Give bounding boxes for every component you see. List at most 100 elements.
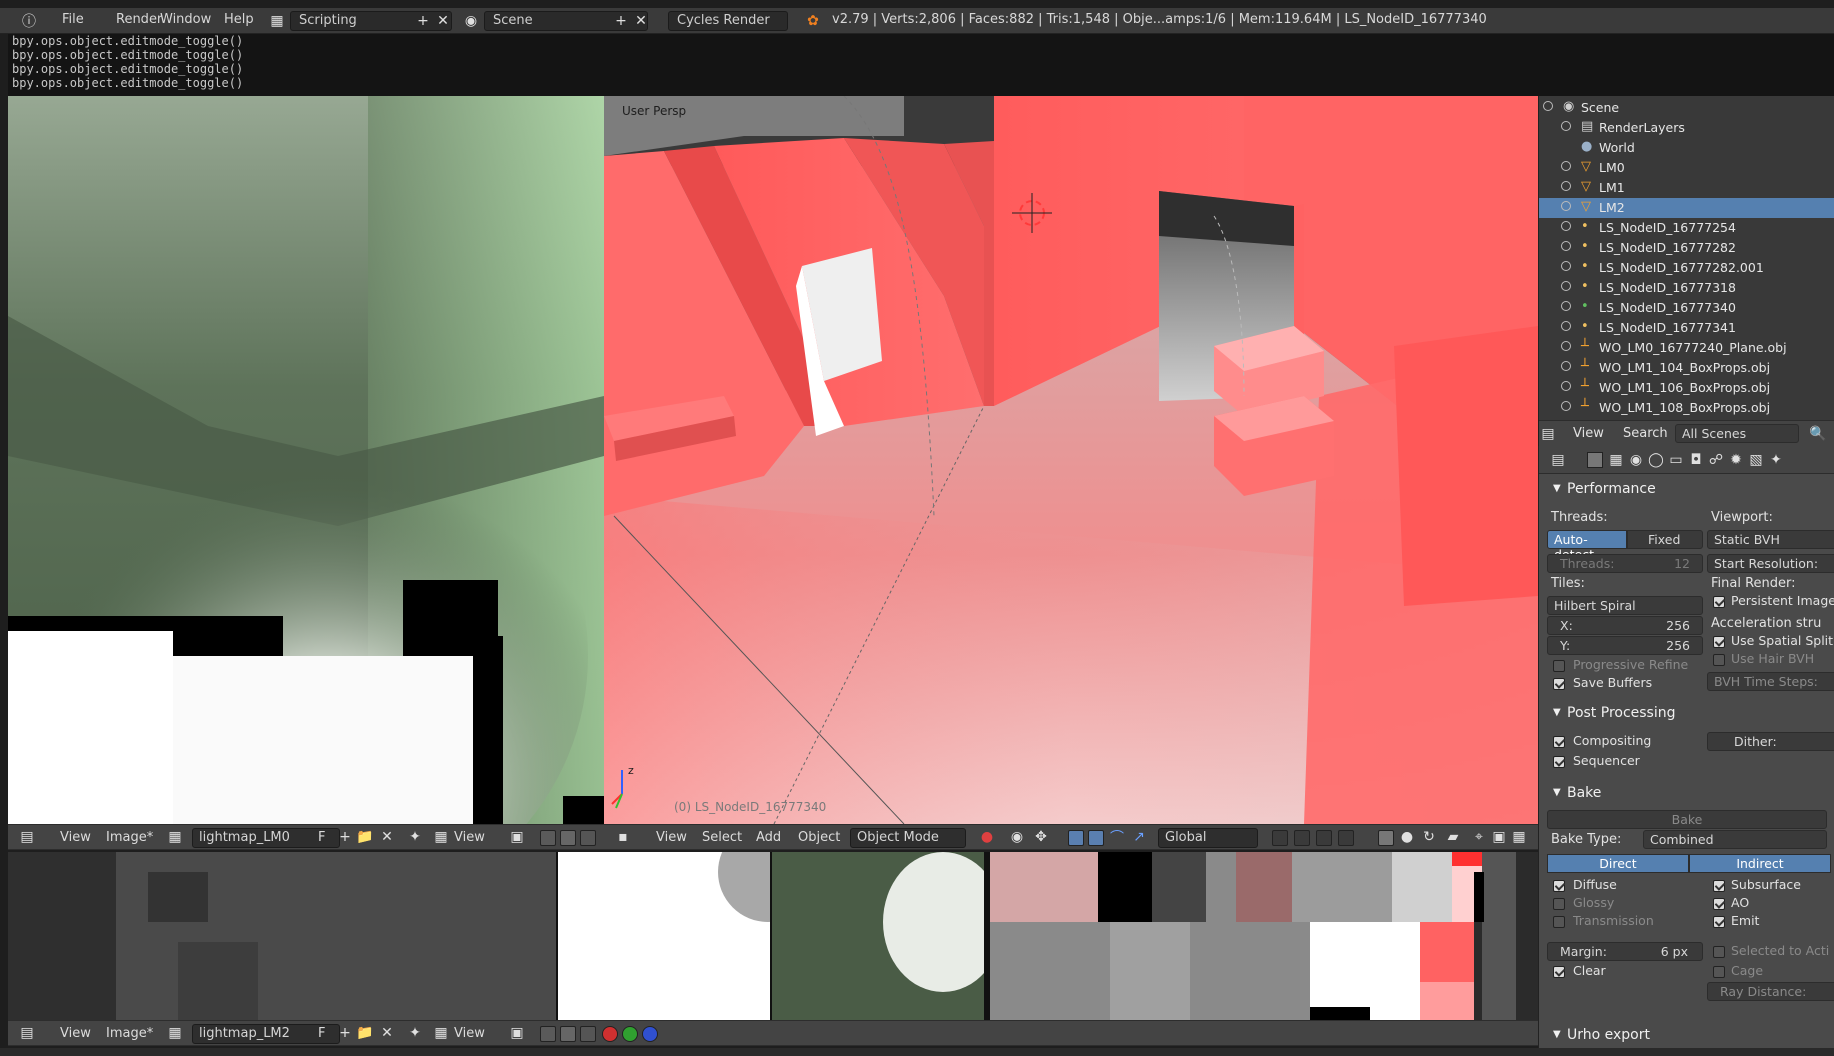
new-image-icon[interactable]: + <box>336 1024 354 1042</box>
pivot-point-icon[interactable]: ◉ <box>1008 828 1026 846</box>
render-preview-icon[interactable]: ▣ <box>1490 828 1508 846</box>
new-image-icon[interactable]: + <box>336 828 354 846</box>
menu-select[interactable]: Select <box>702 830 742 845</box>
render-tab-icon[interactable] <box>1587 452 1603 468</box>
render-anim-icon[interactable]: ▦ <box>1510 828 1528 846</box>
modifiers-tab-icon[interactable]: ✹ <box>1727 451 1745 469</box>
outliner-item[interactable]: ▽ LM0 <box>1539 158 1834 178</box>
snap-icon[interactable]: ▰ <box>1444 828 1462 846</box>
outliner-item[interactable]: ┴ WO_LM1_108_BoxProps.obj <box>1539 398 1834 418</box>
emit-checkbox[interactable] <box>1713 916 1725 928</box>
progressive-refine-checkbox[interactable] <box>1553 660 1565 672</box>
data-tab-icon[interactable]: ◘ <box>1687 451 1705 469</box>
persistent-images-checkbox[interactable] <box>1713 596 1725 608</box>
layout-grid-icon[interactable]: ▦ <box>268 12 286 30</box>
use-spatial-split-checkbox[interactable] <box>1713 636 1725 648</box>
rotate-icon[interactable] <box>1088 830 1104 846</box>
open-image-icon[interactable]: 📁 <box>356 1024 374 1042</box>
editor-type-icon[interactable]: ▤ <box>1549 451 1567 469</box>
editor-type-icon[interactable]: ▤ <box>18 1024 36 1042</box>
scene-icon[interactable]: ◉ <box>462 12 480 30</box>
outliner-item[interactable]: • LS_NodeID_16777282 <box>1539 238 1834 258</box>
mode-select[interactable]: Object Mode <box>850 828 966 848</box>
close-layout-icon[interactable]: ✕ <box>434 12 452 30</box>
add-layout-icon[interactable]: + <box>414 12 432 30</box>
sequencer-checkbox[interactable] <box>1553 756 1565 768</box>
outliner-item[interactable]: • LS_NodeID_16777282.001 <box>1539 258 1834 278</box>
indirect-toggle[interactable]: Indirect <box>1689 854 1831 873</box>
expand-toggle-icon[interactable] <box>1561 201 1571 211</box>
expand-toggle-icon[interactable] <box>1561 321 1571 331</box>
object-tab-icon[interactable]: ▭ <box>1667 451 1685 469</box>
bake-type-select[interactable]: Combined <box>1643 830 1827 849</box>
tile-x-field[interactable]: X: 256 <box>1547 616 1703 635</box>
menu-view[interactable]: View <box>1573 426 1604 441</box>
expand-toggle-icon[interactable] <box>1561 281 1571 291</box>
expand-toggle-icon[interactable] <box>1561 361 1571 371</box>
menu-add[interactable]: Add <box>756 830 781 845</box>
display-mode-icon[interactable]: ▦ <box>432 1024 450 1042</box>
outliner-item[interactable]: • LS_NodeID_16777341 <box>1539 318 1834 338</box>
ray-distance-field[interactable]: Ray Distance: <box>1707 982 1834 1001</box>
layer-icon[interactable] <box>1338 830 1354 846</box>
expand-toggle-icon[interactable] <box>1561 381 1571 391</box>
proportional-falloff-icon[interactable]: ↻ <box>1420 828 1438 846</box>
render-layers-tab-icon[interactable]: ▦ <box>1607 451 1625 469</box>
transmission-checkbox[interactable] <box>1553 916 1565 928</box>
pin-icon[interactable]: ✦ <box>406 1024 424 1042</box>
checker-icon[interactable] <box>560 1026 576 1042</box>
open-image-icon[interactable]: 📁 <box>356 828 374 846</box>
layer-icon[interactable] <box>1272 830 1288 846</box>
fake-user-toggle[interactable]: F <box>318 830 325 845</box>
outliner-item[interactable]: • LS_NodeID_16777254 <box>1539 218 1834 238</box>
outliner-item[interactable]: ◉ Scene <box>1539 98 1834 118</box>
pin-icon[interactable]: ✦ <box>406 828 424 846</box>
green-channel-icon[interactable] <box>622 1026 638 1042</box>
unlink-image-icon[interactable]: ✕ <box>378 828 396 846</box>
threads-fixed-button[interactable]: Fixed <box>1627 530 1703 549</box>
channel-icon[interactable] <box>580 830 596 846</box>
menu-view[interactable]: View <box>60 1026 91 1041</box>
outliner-item[interactable]: ┴ WO_LM1_104_BoxProps.obj <box>1539 358 1834 378</box>
selected-to-active-checkbox[interactable] <box>1713 946 1725 958</box>
image-editor-lightmap-lm2[interactable] <box>8 852 1542 1020</box>
use-hair-bvh-checkbox[interactable] <box>1713 654 1725 666</box>
bake-button[interactable]: Bake <box>1547 810 1827 829</box>
expand-toggle-icon[interactable] <box>1561 301 1571 311</box>
transform-icon[interactable]: ↗ <box>1130 828 1148 846</box>
menu-search[interactable]: Search <box>1623 426 1668 441</box>
expand-toggle-icon[interactable] <box>1561 181 1571 191</box>
texture-tab-icon[interactable]: ▧ <box>1747 451 1765 469</box>
expand-toggle-icon[interactable] <box>1561 341 1571 351</box>
render-layer-icon[interactable] <box>1378 830 1394 846</box>
layer-icon[interactable] <box>1294 830 1310 846</box>
subsurface-checkbox[interactable] <box>1713 880 1725 892</box>
expand-toggle-icon[interactable] <box>1561 241 1571 251</box>
outliner-item[interactable]: ┴ WO_LM1_106_BoxProps.obj <box>1539 378 1834 398</box>
editor-type-icon[interactable]: ▤ <box>18 828 36 846</box>
cage-checkbox[interactable] <box>1713 966 1725 978</box>
expand-toggle-icon[interactable] <box>1561 401 1571 411</box>
constraints-tab-icon[interactable]: ☍ <box>1707 451 1725 469</box>
outliner-item[interactable]: ● World <box>1539 138 1834 158</box>
close-scene-icon[interactable]: ✕ <box>632 12 650 30</box>
scale-icon[interactable]: ⌒ <box>1108 828 1126 846</box>
panel-post-processing-header[interactable]: ▼ Post Processing <box>1539 702 1834 726</box>
checker-icon[interactable] <box>560 830 576 846</box>
menu-view[interactable]: View <box>656 830 687 845</box>
world-tab-icon[interactable]: ◯ <box>1647 451 1665 469</box>
info-editor-icon[interactable]: ⓘ <box>20 12 38 30</box>
search-icon[interactable]: 🔍 <box>1809 425 1827 443</box>
red-channel-icon[interactable] <box>602 1026 618 1042</box>
expand-toggle-icon[interactable] <box>1561 121 1571 131</box>
outliner-item[interactable]: ▽ LM1 <box>1539 178 1834 198</box>
menu-help[interactable]: Help <box>224 12 254 27</box>
alpha-toggle-icon[interactable] <box>540 1026 556 1042</box>
display-view-select[interactable]: View <box>454 1026 485 1041</box>
image-editor-lightmap-lm0[interactable] <box>8 96 604 824</box>
menu-file[interactable]: File <box>62 12 84 27</box>
ao-checkbox[interactable] <box>1713 898 1725 910</box>
unlink-image-icon[interactable]: ✕ <box>378 1024 396 1042</box>
display-view-select[interactable]: View <box>454 830 485 845</box>
fake-user-toggle[interactable]: F <box>318 1026 325 1041</box>
